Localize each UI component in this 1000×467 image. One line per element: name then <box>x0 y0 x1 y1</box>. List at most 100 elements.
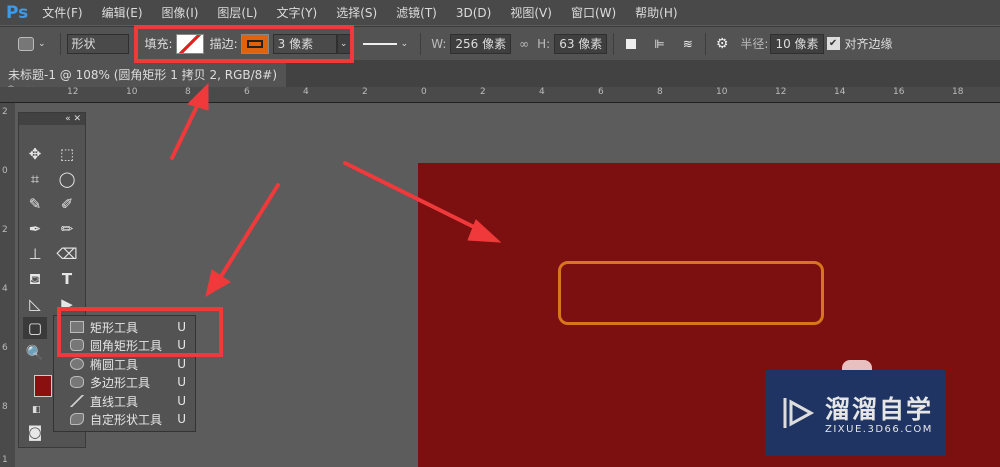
ps-logo: Ps <box>6 2 29 23</box>
lasso-tool-icon[interactable]: ◯ <box>55 168 79 190</box>
ruler-label: 0 <box>2 166 8 176</box>
menu-item-polygon-tool[interactable]: 多边形工具 U <box>54 373 194 391</box>
divider <box>613 32 615 55</box>
zoom-tool-icon[interactable]: 🔍 <box>23 342 47 364</box>
marquee-tool-icon[interactable]: ⬚ <box>55 143 79 165</box>
path-operations-icon[interactable] <box>626 38 637 49</box>
panel-header[interactable]: « ✕ <box>19 113 85 125</box>
chevron-down-icon[interactable]: ⌄ <box>401 39 409 49</box>
close-icon[interactable]: ✕ <box>73 114 81 124</box>
path-arrangement-icon[interactable]: ≋ <box>683 37 693 51</box>
gear-icon[interactable]: ⚙ <box>716 36 729 52</box>
ruler-label: 2 <box>2 225 8 235</box>
menu-layer[interactable]: 图层(L) <box>217 4 257 21</box>
pen-tool-icon[interactable]: ◺ <box>23 293 47 315</box>
menu-item-label: 多边形工具 <box>90 375 151 390</box>
menu-window[interactable]: 窗口(W) <box>571 4 616 21</box>
menu-item-line-tool[interactable]: 直线工具 U <box>54 392 194 410</box>
tool-preset-icon[interactable] <box>18 36 34 51</box>
menu-image[interactable]: 图像(I) <box>162 4 199 21</box>
menu-help[interactable]: 帮助(H) <box>635 4 677 21</box>
ruler-label: 8 <box>185 87 191 97</box>
ruler-label: 6 <box>2 343 8 353</box>
healing-brush-icon[interactable]: ✐ <box>55 193 79 215</box>
play-logo-icon <box>783 398 815 428</box>
eyedropper-icon[interactable]: ✒ <box>23 218 47 240</box>
menu-type[interactable]: 文字(Y) <box>276 4 317 21</box>
ruler-label: 2 <box>480 87 486 97</box>
ruler-label: 18 <box>952 87 964 97</box>
menu-edit[interactable]: 编辑(E) <box>102 4 143 21</box>
watermark-url: ZIXUE.3D66.COM <box>825 424 933 435</box>
shortcut-key: U <box>177 375 186 389</box>
menu-view[interactable]: 视图(V) <box>510 4 552 21</box>
vertical-ruler: 2 0 2 4 6 8 1 <box>0 103 15 467</box>
type-tool-icon[interactable]: T <box>55 268 79 290</box>
horizontal-ruler: 12 10 8 6 4 2 0 2 4 6 8 10 12 14 16 18 <box>0 87 1000 103</box>
menu-item-label: 直线工具 <box>90 394 139 409</box>
arrow-to-flyout <box>218 183 280 280</box>
paint-bucket-icon[interactable]: ⛾ <box>23 268 47 290</box>
rounded-rectangle-shape[interactable] <box>558 261 824 325</box>
custom-shape-icon <box>70 413 84 425</box>
ruler-label: 4 <box>2 284 8 294</box>
menu-select[interactable]: 选择(S) <box>336 4 377 21</box>
height-field[interactable]: 63 像素 <box>554 33 608 54</box>
ruler-label: 1 <box>2 455 8 465</box>
collapse-icon[interactable]: « <box>65 114 71 124</box>
highlight-box-options <box>134 25 354 63</box>
radius-field[interactable]: 10 像素 <box>770 33 824 54</box>
ruler-label: 8 <box>657 87 663 97</box>
path-alignment-icon[interactable]: ⊫ <box>654 37 664 51</box>
shortcut-key: U <box>177 357 186 371</box>
quick-mask-icon[interactable]: ◙ <box>23 421 47 443</box>
ruler-label: 4 <box>303 87 309 97</box>
width-field[interactable]: 256 像素 <box>450 33 512 54</box>
highlight-box-flyout <box>57 307 223 357</box>
stamp-tool-icon[interactable]: ⊥ <box>23 243 47 265</box>
h-label: H: <box>537 36 551 51</box>
line-icon <box>70 395 84 407</box>
move-tool-icon[interactable]: ✥ <box>23 143 47 165</box>
document-tab[interactable]: 未标题-1 @ 108% (圆角矩形 1 拷贝 2, RGB/8#) * × <box>0 60 286 97</box>
ruler-label: 4 <box>539 87 545 97</box>
link-icon[interactable]: ∞ <box>519 37 529 51</box>
polygon-icon <box>70 376 84 388</box>
ruler-label: 14 <box>834 87 846 97</box>
stroke-type-select[interactable] <box>362 42 397 45</box>
divider <box>59 32 61 55</box>
menu-3d[interactable]: 3D(D) <box>456 6 491 20</box>
ruler-label: 0 <box>421 87 427 97</box>
menu-file[interactable]: 文件(F) <box>42 4 82 21</box>
mode-select[interactable]: 形状 <box>66 33 129 54</box>
menu-filter[interactable]: 滤镜(T) <box>396 4 437 21</box>
ruler-label: 6 <box>244 87 250 97</box>
watermark: 溜溜自学 ZIXUE.3D66.COM <box>765 370 946 456</box>
radius-label: 半径: <box>740 37 769 51</box>
rounded-rectangle-tool-icon[interactable]: ▢ <box>23 317 47 339</box>
menu-item-label: 自定形状工具 <box>90 412 163 427</box>
align-edges-label: 对齐边缘 <box>844 37 893 51</box>
menu-item-custom-shape-tool[interactable]: 自定形状工具 U <box>54 410 194 428</box>
ellipse-icon <box>70 358 84 370</box>
chevron-down-icon[interactable]: ⌄ <box>38 39 46 49</box>
watermark-name: 溜溜自学 <box>825 395 934 424</box>
quick-select-tool-icon[interactable]: ✎ <box>23 193 47 215</box>
divider <box>420 32 422 55</box>
crop-tool-icon[interactable]: ⌗ <box>23 168 47 190</box>
menu-bar: Ps 文件(F) 编辑(E) 图像(I) 图层(L) 文字(Y) 选择(S) 滤… <box>0 0 1000 25</box>
eraser-tool-icon[interactable]: ⌫ <box>55 243 79 265</box>
foreground-color-swatch[interactable] <box>34 375 52 397</box>
ruler-label: 6 <box>598 87 604 97</box>
divider <box>704 32 706 55</box>
brush-tool-icon[interactable]: ✏ <box>55 218 79 240</box>
w-label: W: <box>431 36 447 51</box>
menu-item-label: 椭圆工具 <box>90 357 139 372</box>
ruler-label: 12 <box>775 87 787 97</box>
ruler-label: 10 <box>716 87 728 97</box>
default-colors-icon[interactable]: ◧ <box>32 405 41 415</box>
ruler-label: 8 <box>2 402 8 412</box>
ruler-label: 12 <box>67 87 79 97</box>
align-edges-checkbox[interactable]: ✔ <box>826 37 840 50</box>
menu-item-ellipse-tool[interactable]: 椭圆工具 U <box>54 355 194 373</box>
